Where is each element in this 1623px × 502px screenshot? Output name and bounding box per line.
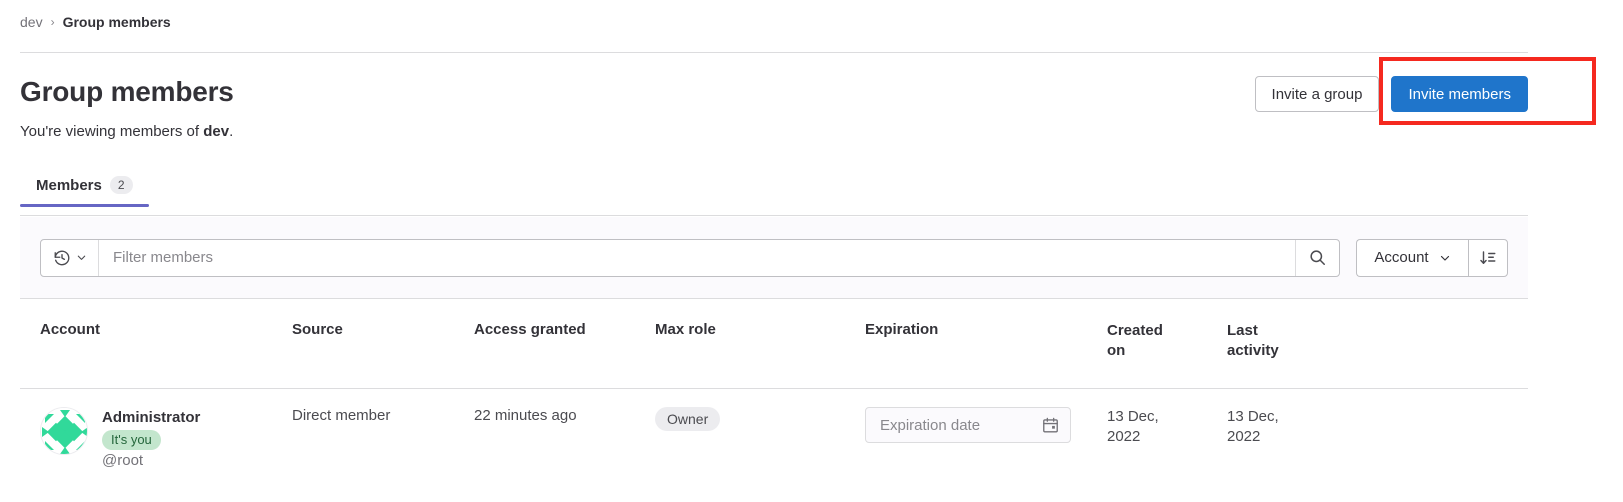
chevron-down-icon: [77, 255, 85, 260]
filter-search-group: [40, 238, 1340, 277]
members-table: Account Source Access granted Max role E…: [20, 299, 1528, 499]
breadcrumb-separator-icon: ›: [50, 15, 55, 29]
column-header-max-role: Max role: [655, 321, 716, 338]
last-activity-line1: 13 Dec,: [1227, 408, 1279, 425]
column-header-last-activity-line2: activity: [1227, 342, 1279, 360]
sort-descending-icon: [1480, 250, 1496, 264]
search-input[interactable]: [99, 239, 1295, 276]
identicon-avatar: [41, 408, 87, 454]
column-header-created-on-line2: on: [1107, 342, 1126, 360]
member-name[interactable]: Administrator: [102, 409, 200, 426]
expiration-date-input[interactable]: Expiration date: [865, 407, 1071, 443]
created-on-line2: 2022: [1107, 428, 1141, 446]
avatar[interactable]: [40, 407, 88, 455]
invite-a-group-button[interactable]: Invite a group: [1254, 76, 1380, 112]
tab-members-count: 2: [109, 176, 133, 194]
invite-members-button[interactable]: Invite members: [1391, 76, 1528, 112]
sort-controls: Account: [1356, 238, 1508, 277]
cell-access-granted: 22 minutes ago: [474, 407, 577, 424]
column-header-access-granted: Access granted: [474, 321, 586, 338]
tab-bar: Members 2: [20, 176, 1528, 216]
column-header-created-on: Created on: [1107, 321, 1227, 362]
cell-max-role: Owner: [655, 407, 865, 431]
column-header-account: Account: [40, 321, 100, 338]
tab-members[interactable]: Members 2: [20, 176, 149, 207]
table-header-row: Account Source Access granted Max role E…: [20, 299, 1528, 389]
chevron-down-icon: [1440, 255, 1449, 261]
page-subtitle-group: dev: [203, 123, 230, 140]
column-header-created-on-line1: Created: [1107, 322, 1163, 339]
max-role-badge: Owner: [655, 407, 721, 431]
breadcrumb-item-current[interactable]: Group members: [63, 14, 171, 30]
search-submit-button[interactable]: [1295, 239, 1339, 276]
column-header-last-activity-line1: Last: [1227, 322, 1258, 339]
header-divider: [20, 52, 1528, 53]
created-on-line1: 13 Dec,: [1107, 408, 1159, 425]
tab-members-label: Members: [36, 176, 102, 194]
page-subtitle: You're viewing members of dev.: [20, 123, 233, 140]
cell-created-on: 13 Dec, 2022: [1107, 407, 1227, 448]
page-subtitle-prefix: You're viewing members of: [20, 123, 204, 140]
table-row: Administrator It's you @root Direct memb…: [20, 389, 1528, 499]
sort-direction-button[interactable]: [1468, 238, 1508, 277]
cell-account: Administrator It's you @root: [40, 407, 292, 469]
search-icon: [1310, 250, 1325, 265]
column-header-last-activity: Last activity: [1227, 321, 1367, 362]
cell-source: Direct member: [292, 407, 391, 424]
cell-expiration: Expiration date: [865, 407, 1107, 443]
recent-searches-button[interactable]: [41, 239, 99, 276]
column-header-source: Source: [292, 321, 343, 338]
filter-bar: Account: [20, 217, 1528, 299]
breadcrumb-item-dev[interactable]: dev: [20, 14, 43, 30]
sort-field-label: Account: [1374, 249, 1429, 266]
member-handle[interactable]: @root: [102, 452, 200, 469]
cell-last-activity: 13 Dec, 2022: [1227, 407, 1367, 448]
its-you-badge: It's you: [102, 430, 161, 450]
column-header-expiration: Expiration: [865, 321, 939, 338]
expiration-date-placeholder: Expiration date: [880, 416, 981, 434]
group-members-page: dev › Group members Group members You're…: [0, 0, 1623, 502]
history-icon: [54, 250, 69, 265]
page-subtitle-suffix: .: [229, 123, 234, 140]
last-activity-line2: 2022: [1227, 428, 1261, 446]
sort-field-dropdown[interactable]: Account: [1356, 238, 1468, 277]
header-actions: Invite a group Invite members: [1254, 76, 1528, 112]
breadcrumb: dev › Group members: [20, 14, 171, 30]
calendar-icon: [1043, 417, 1058, 433]
page-title: Group members: [20, 76, 234, 107]
